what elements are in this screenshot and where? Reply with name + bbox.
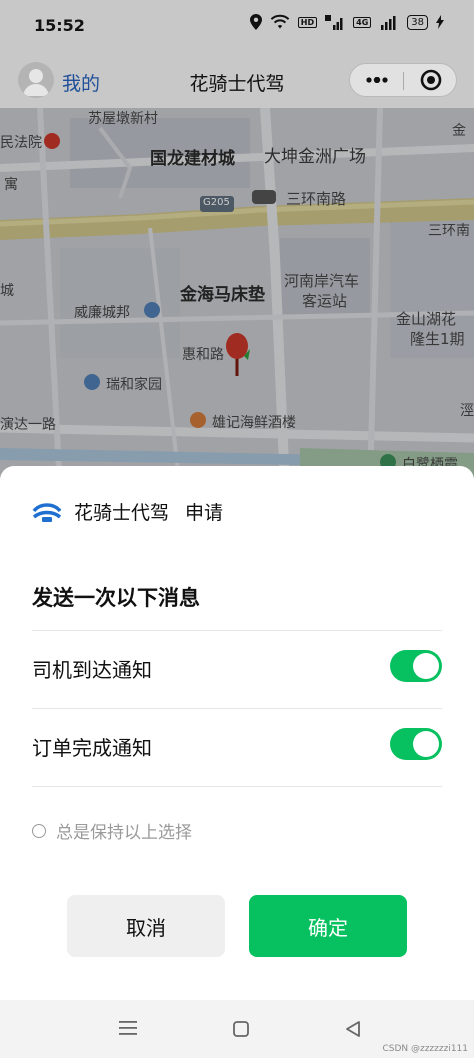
- map-label: 雄记海鲜酒楼: [212, 415, 296, 431]
- system-nav-bar: CSDN @zzzzzzi111: [0, 1000, 474, 1058]
- status-icons: HD 4G 38: [249, 14, 444, 30]
- option-label: 司机到达通知: [32, 658, 152, 682]
- map-label: 苏屋墩新村: [88, 111, 158, 127]
- back-icon[interactable]: [345, 1020, 361, 1038]
- option-row-driver-arrival: 司机到达通知: [32, 630, 442, 706]
- my-link[interactable]: 我的: [62, 69, 100, 96]
- poi-icon: [84, 374, 100, 390]
- close-miniprogram-button[interactable]: [408, 64, 454, 96]
- option-row-order-complete: 订单完成通知: [32, 708, 442, 784]
- hd-badge: HD: [297, 16, 318, 28]
- screen: 15:52 HD 4G 38 我的 花骑士代驾 苏屋墩新村 民法院 国龙建材城 …: [0, 0, 474, 1058]
- status-bar: 15:52 HD 4G 38: [0, 0, 474, 54]
- signal-5g-icon: [325, 15, 343, 30]
- confirm-button[interactable]: 确定: [249, 895, 407, 957]
- traffic-light-icon: [252, 190, 276, 204]
- map-label: 隆生1期: [410, 330, 465, 348]
- poi-icon: [44, 133, 60, 149]
- map-label: 涇: [460, 403, 474, 419]
- map-label: 金山湖花: [396, 310, 457, 328]
- toggle-knob: [413, 653, 439, 679]
- map-label: 威廉城邦: [74, 305, 130, 321]
- map-label: 河南岸汽车: [284, 272, 360, 290]
- wifi-icon: [270, 14, 290, 29]
- app-action: 申请: [185, 502, 224, 524]
- nav-bar: 我的 花骑士代驾: [0, 54, 474, 108]
- capsule-menu: [349, 63, 457, 97]
- keep-selection-radio[interactable]: [32, 823, 46, 838]
- map-label: 大坤金洲广场: [264, 147, 366, 167]
- more-button[interactable]: [354, 64, 400, 96]
- driver-arrival-toggle[interactable]: [390, 650, 442, 682]
- map-label: 金: [452, 123, 466, 139]
- app-name: 花骑士代驾: [74, 502, 170, 524]
- location-icon: [249, 14, 262, 30]
- poi-icon: [190, 412, 206, 428]
- map-label: 寓: [4, 177, 18, 193]
- signal-4g-icon: [381, 16, 396, 30]
- cancel-button[interactable]: 取消: [67, 895, 225, 957]
- app-header: 花骑士代驾 申请: [32, 498, 223, 525]
- keep-selection-row[interactable]: 总是保持以上选择: [32, 818, 192, 843]
- avatar[interactable]: [18, 62, 54, 98]
- map-label: 演达一路: [0, 417, 56, 433]
- menu-icon[interactable]: [118, 1019, 138, 1037]
- route-badge: G205: [203, 197, 230, 208]
- battery-indicator: 38: [407, 14, 428, 30]
- map-label: 瑞和家园: [106, 377, 162, 393]
- more-dots-icon: [366, 77, 388, 83]
- map-label: 国龙建材城: [150, 149, 235, 169]
- map-label: 三环南: [428, 223, 470, 239]
- map-label: 城: [0, 283, 14, 299]
- divider: [32, 786, 442, 787]
- map-label: 金海马床垫: [180, 285, 265, 305]
- charging-icon: [436, 15, 444, 29]
- subscribe-title: 发送一次以下消息: [32, 586, 200, 610]
- keep-selection-label: 总是保持以上选择: [56, 823, 192, 843]
- map-label: 三环南路: [286, 190, 347, 208]
- map-view[interactable]: 苏屋墩新村 民法院 国龙建材城 大坤金洲广场 寓 三环南路 三环南 G205 金…: [0, 108, 474, 488]
- map-label: 惠和路: [182, 347, 224, 363]
- map-label: 民法院: [0, 135, 42, 151]
- capsule-divider: [403, 72, 404, 90]
- poi-icon: [144, 302, 160, 318]
- option-label: 订单完成通知: [32, 736, 152, 760]
- app-logo-icon: [32, 502, 62, 522]
- user-icon: [23, 69, 49, 96]
- subscribe-sheet: 花骑士代驾 申请 发送一次以下消息 司机到达通知 订单完成通知 总是保持以上选择…: [0, 466, 474, 1058]
- map-label: 客运站: [302, 292, 348, 310]
- network-label: 4G: [353, 16, 372, 28]
- target-close-icon: [420, 69, 442, 91]
- watermark: CSDN @zzzzzzi111: [382, 1044, 468, 1054]
- order-complete-toggle[interactable]: [390, 728, 442, 760]
- home-icon[interactable]: [233, 1021, 249, 1037]
- status-time: 15:52: [34, 16, 85, 35]
- toggle-knob: [413, 731, 439, 757]
